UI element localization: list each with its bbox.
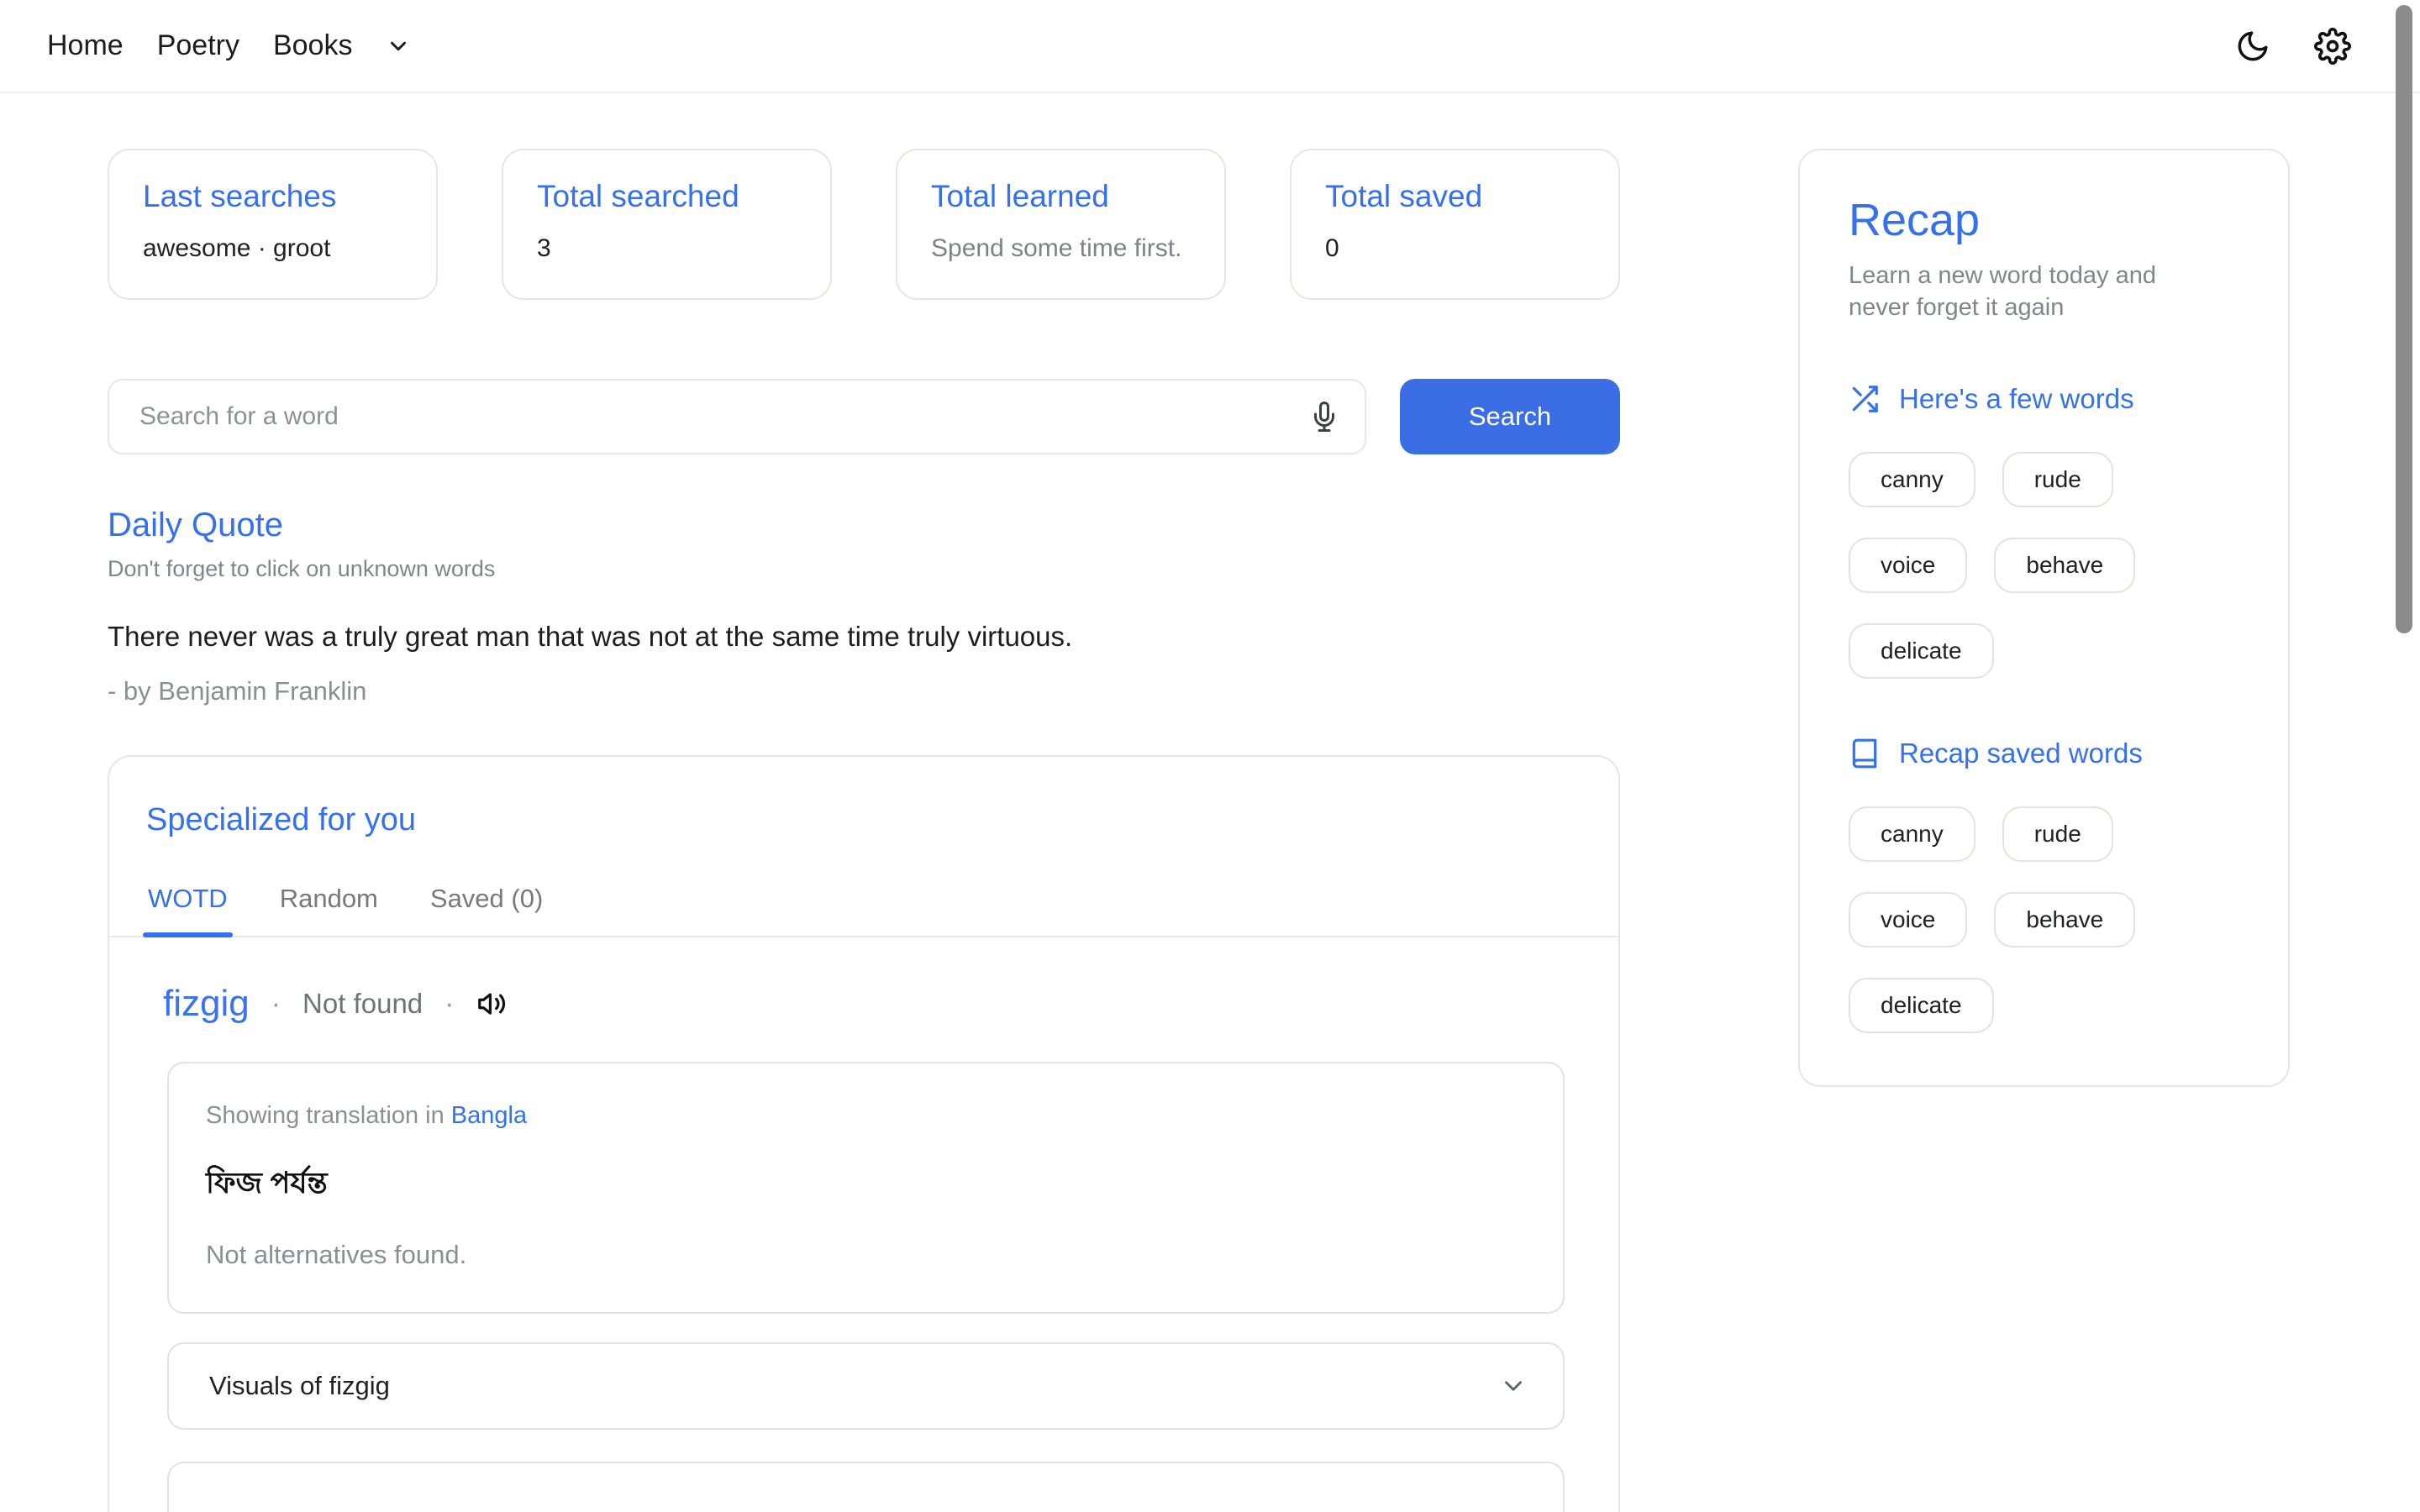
chevron-down-icon [1499,1372,1528,1400]
stat-title: Total saved [1325,179,1585,214]
heres-a-few-words-link[interactable]: Here's a few words [1849,383,2239,415]
recap-saved-words-link[interactable]: Recap saved words [1849,738,2239,769]
stat-title: Last searches [143,179,402,214]
recap-subtitle: Learn a new word today and never forget … [1849,260,2210,324]
few-words-chips: canny rude voice behave delicate [1849,452,2239,679]
word-chip[interactable]: canny [1849,452,1975,507]
stats-row: Last searches awesome · groot Total sear… [108,149,1620,300]
word-chip[interactable]: behave [1994,892,2135,948]
dot-separator: · [271,988,281,1021]
search-row: Search [108,379,1620,454]
search-input[interactable] [139,402,1309,431]
daily-quote-title: Daily Quote [108,507,1620,544]
tab-bar: WOTD Random Saved (0) [109,884,1618,937]
translation-alternatives: Not alternatives found. [206,1240,1526,1270]
word-chip[interactable]: canny [1849,806,1975,862]
word-chip[interactable]: voice [1849,538,1967,593]
speaker-icon[interactable] [476,988,508,1020]
mic-icon[interactable] [1309,402,1339,432]
nav-links: Home Poetry Books [47,29,411,62]
search-box [108,379,1366,454]
search-button[interactable]: Search [1400,379,1620,454]
chevron-down-icon[interactable] [386,34,411,59]
translation-text: ফিজ পর্যন্ত [206,1160,1526,1210]
dictionary-source-box: The Century Dictionary. [167,1462,1565,1512]
translation-caption: Showing translation in Bangla [206,1102,1526,1130]
translation-prefix: Showing translation in [206,1102,445,1129]
tab-wotd[interactable]: WOTD [148,884,228,936]
stat-value: 0 [1325,234,1585,263]
top-navigation: Home Poetry Books [0,0,2420,93]
visuals-label: Visuals of fizgig [209,1371,390,1401]
moon-icon[interactable] [2235,29,2270,64]
stat-card-total-searched: Total searched 3 [502,149,832,300]
stat-card-total-learned: Total learned Spend some time first. [896,149,1226,300]
translation-language-link[interactable]: Bangla [451,1102,527,1129]
nav-item-books[interactable]: Books [273,29,353,62]
daily-quote-text[interactable]: There never was a truly great man that w… [108,621,1620,653]
word-chip[interactable]: delicate [1849,978,1994,1033]
daily-quote-author: - by Benjamin Franklin [108,676,1620,706]
translation-box: Showing translation in Bangla ফিজ পর্যন্… [167,1062,1565,1314]
gear-icon[interactable] [2314,28,2351,65]
tab-random[interactable]: Random [280,884,378,936]
daily-quote-section: Daily Quote Don't forget to click on unk… [108,507,1620,706]
daily-quote-subtitle: Don't forget to click on unknown words [108,556,1620,582]
nav-item-poetry[interactable]: Poetry [157,29,239,62]
word-chip[interactable]: voice [1849,892,1967,948]
shuffle-icon [1849,383,1881,415]
recap-card: Recap Learn a new word today and never f… [1798,149,2290,1087]
specialized-card: Specialized for you WOTD Random Saved (0… [108,755,1620,1512]
vertical-scrollbar[interactable] [2396,5,2412,633]
stat-card-last-searches: Last searches awesome · groot [108,149,438,300]
stat-title: Total learned [931,179,1191,214]
word-chip[interactable]: rude [2002,452,2113,507]
specialized-title: Specialized for you [146,802,1618,838]
recap-title: Recap [1849,194,2239,246]
recap-saved-words-label: Recap saved words [1899,738,2143,769]
nav-item-home[interactable]: Home [47,29,124,62]
stat-card-total-saved: Total saved 0 [1290,149,1620,300]
stat-value: awesome · groot [143,234,402,263]
stat-title: Total searched [537,179,797,214]
tab-saved[interactable]: Saved (0) [430,884,543,936]
dot-separator: · [445,988,454,1021]
word-status: Not found [302,988,423,1020]
visuals-expander[interactable]: Visuals of fizgig [167,1342,1565,1430]
word-chip[interactable]: behave [1994,538,2135,593]
word-chip[interactable]: rude [2002,806,2113,862]
word-chip[interactable]: delicate [1849,623,1994,679]
word-of-the-day[interactable]: fizgig [163,983,250,1025]
word-row: fizgig · Not found · [163,983,1618,1025]
heres-a-few-words-label: Here's a few words [1899,383,2134,415]
stat-value: 3 [537,234,797,263]
saved-words-chips: canny rude voice behave delicate [1849,806,2239,1033]
book-icon [1849,738,1881,769]
stat-value: Spend some time first. [931,234,1191,263]
